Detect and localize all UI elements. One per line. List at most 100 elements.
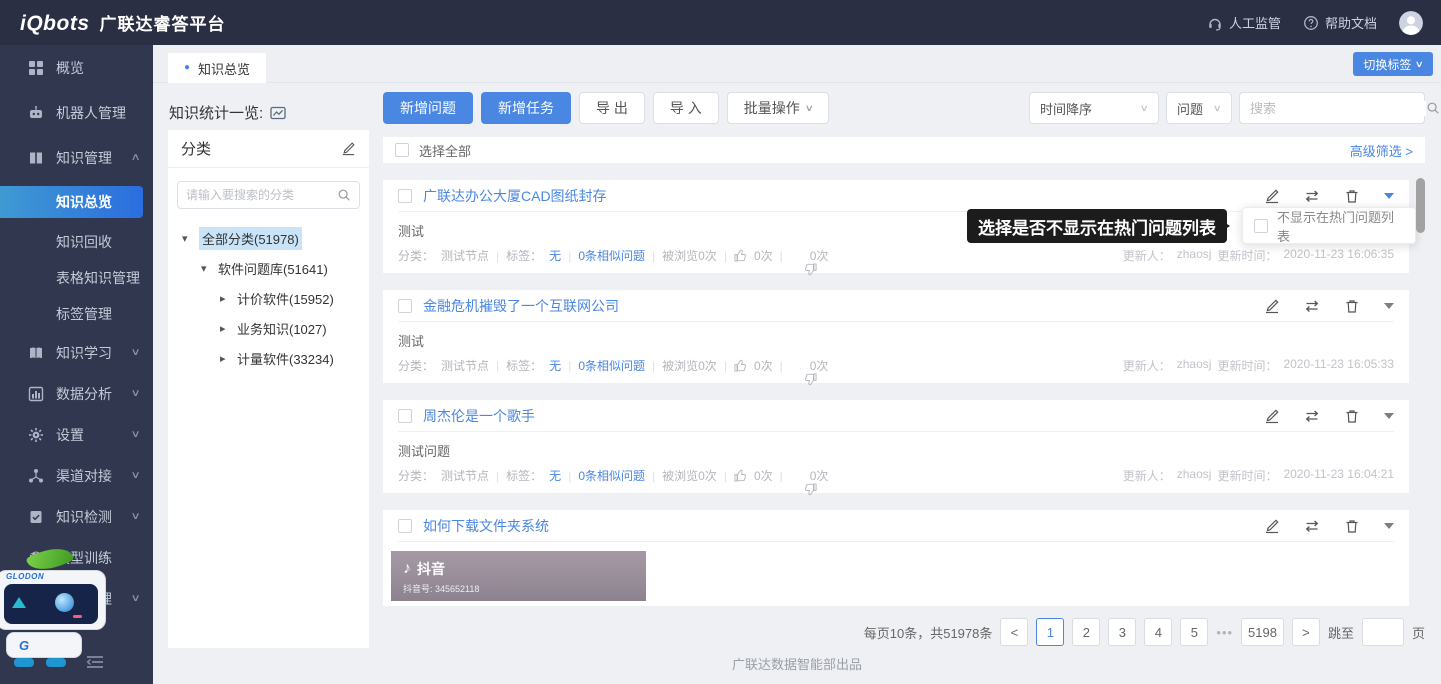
tree-collapse-icon[interactable]: ▸: [220, 292, 230, 305]
chevron-down-icon: ∨: [130, 593, 140, 604]
import-button[interactable]: 导 入: [653, 92, 719, 124]
row-checkbox[interactable]: [398, 519, 412, 533]
question-title-link[interactable]: 周杰伦是一个歌手: [423, 406, 535, 426]
row-more-caret-icon[interactable]: [1384, 523, 1394, 529]
row-more-caret-icon[interactable]: [1384, 303, 1394, 309]
sidebar-label: 模型训练: [56, 548, 112, 568]
row-checkbox[interactable]: [398, 189, 412, 203]
user-avatar[interactable]: [1399, 11, 1423, 35]
sidebar-label: 渠道对接: [56, 466, 112, 486]
search-icon[interactable]: [337, 188, 351, 202]
sidebar-label: 知识回收: [56, 232, 112, 252]
chevron-down-icon: ∨: [130, 470, 140, 481]
transfer-icon[interactable]: [1304, 188, 1320, 204]
sidebar-item-staff-mgmt[interactable]: 人员管理 ∨: [0, 578, 153, 619]
search-input[interactable]: [1250, 101, 1426, 116]
tag-link[interactable]: 无: [549, 467, 561, 484]
row-more-caret-icon[interactable]: [1384, 193, 1394, 199]
sidebar-item-knowledge-mgmt[interactable]: 知识管理 ∧: [0, 135, 153, 180]
transfer-icon[interactable]: [1304, 298, 1320, 314]
tree-expand-icon[interactable]: ▾: [201, 262, 211, 275]
question-title-link[interactable]: 如何下载文件夹系统: [423, 516, 549, 536]
next-page-button[interactable]: >: [1292, 618, 1320, 646]
question-title-link[interactable]: 广联达办公大厦CAD图纸封存: [423, 186, 607, 206]
sidebar-item-knowledge-check[interactable]: 知识检测 ∨: [0, 496, 153, 537]
page-button-1[interactable]: 1: [1036, 618, 1064, 646]
collapse-sidebar-icon[interactable]: [86, 655, 104, 674]
trash-icon[interactable]: [1344, 518, 1360, 534]
search-field-select[interactable]: 问题 ∨: [1166, 92, 1232, 124]
sidebar-item-knowledge-overview[interactable]: 知识总览: [0, 186, 143, 218]
jump-to-page-input[interactable]: [1362, 618, 1404, 646]
sidebar-item-tag-mgmt[interactable]: 标签管理: [0, 296, 153, 332]
bar-chart-icon: [28, 386, 44, 402]
tree-node-all-categories[interactable]: ▾ 全部分类(51978): [168, 223, 369, 253]
douyin-video-thumbnail[interactable]: ♪ 抖音 抖音号: 345652118: [391, 551, 646, 601]
transfer-icon[interactable]: [1304, 518, 1320, 534]
tag-link[interactable]: 无: [549, 247, 561, 264]
thumbs-down-icon: [790, 249, 803, 262]
sidebar-item-settings[interactable]: 设置 ∨: [0, 414, 153, 455]
edit-icon[interactable]: [1264, 518, 1280, 534]
tag-link[interactable]: 无: [549, 357, 561, 374]
manual-review-link[interactable]: 人工监管: [1207, 13, 1281, 32]
tree-node-software-issues[interactable]: ▾ 软件问题库(51641): [168, 253, 369, 283]
sidebar-item-robot-mgmt[interactable]: 机器人管理: [0, 90, 153, 135]
search-box: [1239, 92, 1425, 124]
edit-icon[interactable]: [1264, 188, 1280, 204]
sidebar-item-data-analysis[interactable]: 数据分析 ∨: [0, 373, 153, 414]
tree-node-pricing-software[interactable]: ▸ 计价软件(15952): [168, 283, 369, 313]
edit-icon[interactable]: [1264, 298, 1280, 314]
similar-questions-link[interactable]: 0条相似问题: [578, 247, 645, 264]
page-button-last[interactable]: 5198: [1241, 618, 1284, 646]
tree-collapse-icon[interactable]: ▸: [220, 322, 230, 335]
row-checkbox[interactable]: [398, 409, 412, 423]
sidebar-label: 概览: [56, 58, 84, 78]
tab-knowledge-overview[interactable]: ● 知识总览: [168, 53, 266, 83]
edit-category-icon[interactable]: [341, 141, 356, 156]
tree-collapse-icon[interactable]: ▸: [220, 352, 230, 365]
help-docs-link[interactable]: 帮助文档: [1303, 13, 1377, 32]
sidebar-item-model-training[interactable]: 模型训练: [0, 537, 153, 578]
list-scrollbar-thumb[interactable]: [1416, 178, 1425, 233]
question-title-link[interactable]: 金融危机摧毁了一个互联网公司: [423, 296, 619, 316]
sidebar-item-knowledge-learning[interactable]: 知识学习 ∨: [0, 332, 153, 373]
sort-order-select[interactable]: 时间降序 ∨: [1029, 92, 1159, 124]
select-all-checkbox[interactable]: [395, 143, 409, 157]
tree-expand-icon[interactable]: ▾: [182, 232, 192, 245]
trash-icon[interactable]: [1344, 298, 1360, 314]
row-more-caret-icon[interactable]: [1384, 413, 1394, 419]
switch-tag-button[interactable]: 切换标签 ∨: [1353, 52, 1433, 76]
mascot-logo-letter: G: [7, 638, 29, 653]
page-button-3[interactable]: 3: [1108, 618, 1136, 646]
page-button-2[interactable]: 2: [1072, 618, 1100, 646]
similar-questions-link[interactable]: 0条相似问题: [578, 467, 645, 484]
tree-node-business-knowledge[interactable]: ▸ 业务知识(1027): [168, 313, 369, 343]
trash-icon[interactable]: [1344, 188, 1360, 204]
add-question-button[interactable]: 新增问题: [383, 92, 473, 124]
sidebar-item-table-knowledge[interactable]: 表格知识管理: [0, 260, 153, 296]
sidebar-item-overview[interactable]: 概览: [0, 45, 153, 90]
line-chart-icon[interactable]: [270, 105, 286, 121]
export-button[interactable]: 导 出: [579, 92, 645, 124]
search-icon[interactable]: [1426, 101, 1440, 115]
hide-from-hot-checkbox[interactable]: [1254, 219, 1268, 233]
prev-page-button[interactable]: <: [1000, 618, 1028, 646]
similar-questions-link[interactable]: 0条相似问题: [578, 357, 645, 374]
tree-node-measurement-software[interactable]: ▸ 计量软件(33234): [168, 343, 369, 373]
add-task-button[interactable]: 新增任务: [481, 92, 571, 124]
app-header: iQbots 广联达睿答平台 人工监管 帮助文档: [0, 0, 1441, 45]
more-pages-ellipsis[interactable]: •••: [1216, 625, 1233, 640]
sidebar-item-knowledge-recycle[interactable]: 知识回收: [0, 224, 153, 260]
trash-icon[interactable]: [1344, 408, 1360, 424]
edit-icon[interactable]: [1264, 408, 1280, 424]
page-button-5[interactable]: 5: [1180, 618, 1208, 646]
batch-operations-button[interactable]: 批量操作 ∨: [727, 92, 830, 124]
transfer-icon[interactable]: [1304, 408, 1320, 424]
advanced-filter-link[interactable]: 高级筛选 >: [1350, 141, 1413, 160]
page-button-4[interactable]: 4: [1144, 618, 1172, 646]
category-search-input[interactable]: [186, 188, 337, 202]
sidebar-item-channel[interactable]: 渠道对接 ∨: [0, 455, 153, 496]
chevron-down-icon: ∨: [130, 388, 140, 399]
row-checkbox[interactable]: [398, 299, 412, 313]
